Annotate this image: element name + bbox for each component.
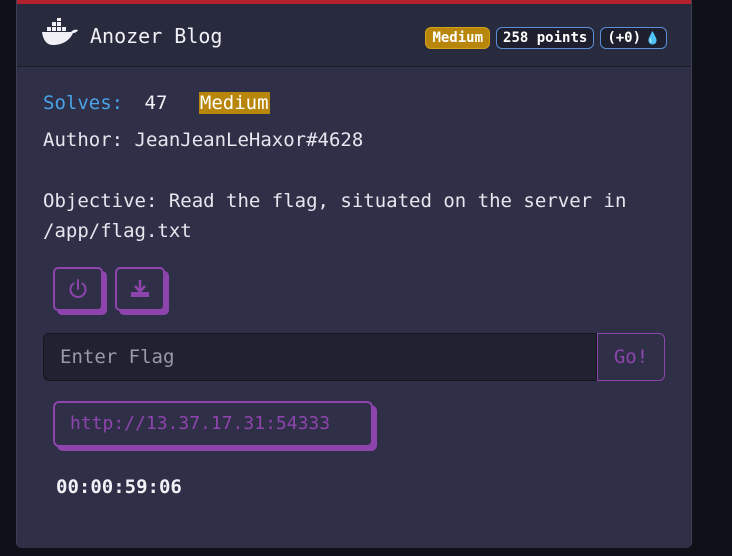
solves-label: Solves: <box>43 92 124 114</box>
objective-text: Objective: Read the flag, situated on th… <box>43 190 627 242</box>
power-button[interactable] <box>53 267 103 311</box>
instance-url-link[interactable]: http://13.37.17.31:54333 <box>53 401 373 447</box>
challenge-card: Anozer Blog Medium 258 points (+0) 💧 Sol… <box>16 0 692 548</box>
challenge-title: Anozer Blog <box>90 24 223 48</box>
badge-group: Medium 258 points (+0) 💧 <box>425 27 667 49</box>
solves-count: 47 <box>144 92 168 114</box>
download-button[interactable] <box>115 267 165 311</box>
card-header: Anozer Blog Medium 258 points (+0) 💧 <box>17 4 691 67</box>
docker-whale-icon <box>42 18 78 45</box>
difficulty-badge: Medium <box>425 27 491 49</box>
difficulty-highlight: Medium <box>198 92 270 114</box>
blood-drop-icon: 💧 <box>645 31 660 45</box>
bonus-badge: (+0) 💧 <box>600 27 667 49</box>
bonus-badge-label: (+0) <box>607 30 642 46</box>
author-line: Author: JeanJeanLeHaxor#4628 <box>43 129 364 151</box>
download-icon <box>131 280 149 297</box>
flag-input[interactable] <box>43 333 597 381</box>
submit-flag-button[interactable]: Go! <box>597 333 665 381</box>
solves-line: Solves: 47 Medium <box>43 92 270 114</box>
points-badge: 258 points <box>496 27 595 49</box>
instance-timer: 00:00:59:06 <box>56 476 182 498</box>
flag-form: Go! <box>43 333 665 381</box>
power-icon <box>69 279 87 298</box>
